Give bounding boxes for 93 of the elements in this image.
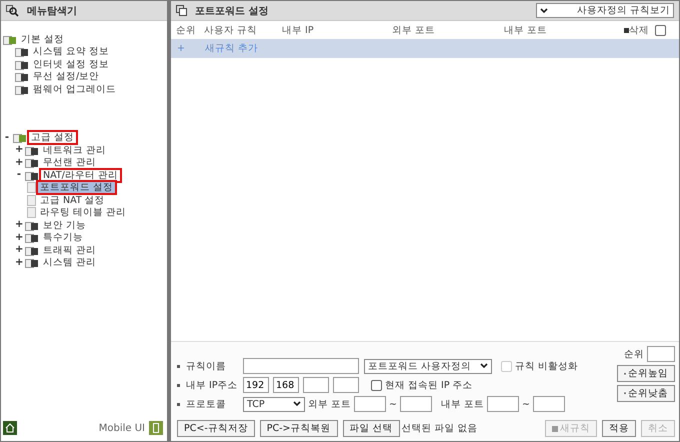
disable-checkbox[interactable] [501, 360, 512, 372]
home-icon[interactable] [3, 421, 17, 435]
move-up-button[interactable]: 순위높임 [617, 365, 675, 382]
folder-icon [25, 170, 39, 181]
tree-item[interactable]: 시스템 관리 [41, 257, 98, 268]
protocol-select[interactable]: TCP [243, 396, 305, 412]
tree-item[interactable]: 무선 설정/보안 [31, 71, 102, 82]
expand-toggle[interactable]: + [15, 245, 23, 256]
folder-icon [25, 257, 39, 268]
column-header: 사용자 규칙 [204, 24, 258, 36]
document-icon [27, 194, 36, 206]
ip-octet-input[interactable]: 192 [243, 377, 269, 393]
action-button[interactable]: 적용 [602, 420, 636, 437]
tree-item[interactable]: 펌웨어 업그레이드 [31, 84, 118, 95]
port-input[interactable] [487, 396, 520, 412]
delete-checkbox[interactable] [655, 24, 666, 36]
tree-item[interactable]: 무선랜 관리 [41, 157, 98, 168]
document-icon [27, 207, 36, 218]
current-ip-checkbox[interactable] [371, 380, 382, 390]
file-status: 선택된 파일 없음 [402, 422, 478, 435]
expand-toggle[interactable]: + [15, 145, 23, 156]
panel-title: 포트포워드 설정 [195, 4, 268, 18]
expand-toggle[interactable]: + [15, 220, 23, 230]
order-label: 순위 [624, 348, 644, 360]
expand-toggle[interactable]: - [15, 170, 23, 180]
file-button[interactable]: PC->규칙복원 [260, 420, 338, 437]
folder-icon [13, 132, 27, 144]
expand-toggle[interactable]: - [3, 132, 11, 143]
tree-item[interactable]: 시스템 요약 정보 [31, 46, 112, 58]
folder-icon [25, 220, 39, 231]
ip-octet-input[interactable]: 168 [273, 377, 299, 393]
ip-octet-input[interactable] [303, 377, 329, 393]
bullet-icon [177, 402, 180, 406]
square-icon [624, 28, 629, 32]
phone-icon[interactable] [149, 421, 163, 435]
column-header: 순위 [176, 24, 197, 36]
ip-octet-input[interactable] [333, 377, 359, 393]
tree-item[interactable]: NAT/라우터 관리 [41, 170, 120, 181]
field-label: 내부 IP주소 [186, 378, 239, 392]
disable-label: 규칙 비활성화 [515, 360, 578, 372]
tree-item[interactable]: 고급 NAT 설정 [38, 194, 107, 206]
file-button[interactable]: 파일 선택 [342, 420, 400, 437]
move-down-button[interactable]: 순위낮춤 [617, 385, 675, 402]
order-input[interactable] [647, 346, 675, 362]
rule-name-input[interactable] [243, 358, 359, 374]
range-separator: ~ [389, 398, 397, 410]
range-separator: ~ [522, 398, 530, 410]
tree-item[interactable]: 트래픽 관리 [41, 244, 98, 256]
column-header: 외부 포트 [392, 24, 436, 36]
chevron-icon [480, 363, 488, 369]
window-icon [176, 5, 187, 16]
tree-item[interactable]: 고급 설정 [29, 132, 76, 144]
tree-item[interactable]: 특수기능 [41, 232, 85, 244]
column-header: 내부 IP [282, 24, 315, 36]
document-icon [27, 182, 36, 194]
tree-item[interactable]: 인터넷 설정 정보 [31, 58, 112, 70]
bullet-icon [177, 384, 180, 386]
port-input[interactable] [533, 396, 565, 412]
current-ip-label: 현재 접속된 IP 주소 [385, 378, 473, 392]
folder-icon [15, 46, 29, 58]
tree-item[interactable]: 기본 설정 [19, 34, 66, 45]
sidebar-title: 메뉴탐색기 [27, 4, 77, 18]
bullet-icon [177, 364, 180, 368]
port-input[interactable] [354, 396, 386, 412]
folder-icon [15, 71, 29, 82]
folder-icon [15, 84, 29, 95]
folder-icon [25, 144, 39, 156]
folder-icon [25, 244, 39, 256]
folder-icon [25, 157, 39, 168]
tree-item[interactable]: 포트포워드 설정 [38, 182, 116, 194]
file-button[interactable]: PC<-규칙저장 [177, 420, 255, 437]
view-select[interactable]: 사용자정의 규칙보기 [536, 3, 674, 18]
expand-toggle[interactable]: + [15, 258, 23, 268]
folder-icon [3, 34, 17, 45]
mobile-ui-label[interactable]: Mobile UI [98, 422, 145, 434]
delete-label: 삭제 [629, 24, 649, 36]
tree-item[interactable]: 라우팅 테이블 관리 [38, 207, 128, 218]
field-label: 프로토콜 [186, 398, 227, 410]
chevron-icon [293, 401, 301, 407]
port-input[interactable] [400, 396, 432, 412]
rule-type-select[interactable]: 포트포워드 사용자정의 [364, 358, 492, 374]
internal-port-label: 내부 포트 [441, 398, 484, 410]
field-label: 규칙이름 [186, 360, 227, 372]
tree-item[interactable]: 보안 기능 [41, 220, 88, 231]
search-icon [6, 4, 19, 16]
external-port-label: 외부 포트 [308, 398, 352, 410]
column-header: 내부 포트 [504, 24, 548, 36]
expand-toggle[interactable]: + [15, 232, 23, 243]
tree-item[interactable]: 네트워크 관리 [41, 144, 108, 156]
expand-toggle[interactable]: + [15, 158, 23, 168]
folder-icon [25, 232, 39, 244]
chevron-icon [540, 8, 548, 14]
folder-icon [15, 58, 29, 70]
